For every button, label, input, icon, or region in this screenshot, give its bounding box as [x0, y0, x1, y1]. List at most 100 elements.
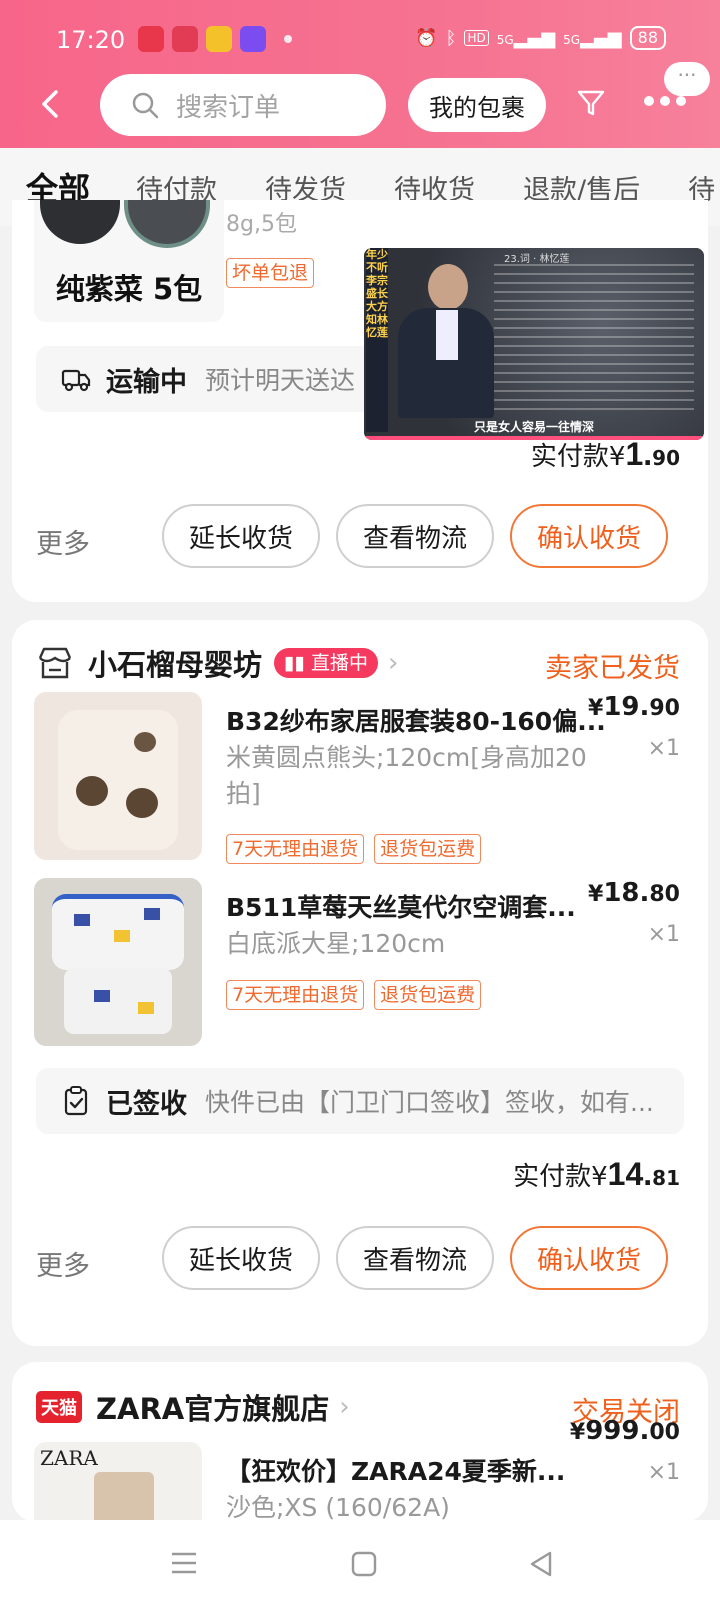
floating-video-player[interactable]: 年少不听李宗盛长大方知林忆莲 23.词 · 林忆莲 只是女人容易一往情深: [364, 248, 704, 440]
thumbnail-caption: 纯紫菜 5包: [55, 272, 203, 306]
price-decimal: 80: [649, 882, 680, 907]
order-status: 卖家已发货: [545, 653, 680, 684]
paid-integer: 14.: [607, 1156, 653, 1192]
item-quantity: ×1: [647, 736, 680, 761]
logistics-status: 运输中: [106, 366, 187, 398]
confirm-receipt-button[interactable]: 确认收货: [510, 504, 668, 568]
system-status-icons: ⏰ ᛒ HD 5G▂▄▆ 5G▂▄▆ 88: [415, 26, 666, 50]
logistics-description: 快件已由【门卫门口签收】签收，如有...: [205, 1088, 654, 1117]
video-progress: [364, 436, 704, 440]
network-label: 5G: [496, 32, 514, 47]
battery-icon: 88: [629, 26, 666, 50]
paid-decimal: 90: [652, 446, 680, 470]
live-badge: ▮▮ 直播中: [274, 648, 378, 678]
shop-header[interactable]: 天猫 ZARA官方旗舰店 ›: [36, 1386, 350, 1428]
service-tags: 坏单包退: [226, 258, 324, 288]
item-spec: 米黄圆点熊头;120cm[身高加20拍]: [226, 743, 587, 808]
search-input[interactable]: 搜索订单: [100, 74, 386, 136]
product-thumbnail-patrick-pajamas[interactable]: [34, 878, 202, 1046]
service-tag: 7天无理由退货: [226, 834, 365, 864]
extend-receipt-button[interactable]: 延长收货: [162, 1226, 320, 1290]
filter-icon[interactable]: [576, 88, 606, 118]
more-link[interactable]: 更多: [36, 1244, 90, 1283]
product-thumbnail-seaweed[interactable]: 纯紫菜 5包: [34, 200, 224, 322]
paid-amount: 实付款¥14.81: [513, 1156, 680, 1193]
extend-receipt-button[interactable]: 延长收货: [162, 504, 320, 568]
signal-5g-icon-2: 5G▂▄▆: [563, 27, 622, 49]
shop-name: ZARA官方旗舰店: [96, 1392, 330, 1426]
back-arrow-icon[interactable]: [36, 88, 68, 120]
more-options-icon[interactable]: [644, 96, 686, 106]
item-quantity: ×1: [647, 922, 680, 947]
live-badge-label: 直播中: [310, 652, 368, 674]
logistics-bar[interactable]: 已签收 快件已由【门卫门口签收】签收，如有...: [36, 1068, 684, 1134]
truck-icon: [61, 369, 91, 392]
status-bar: 17:20 ⏰ ᛒ HD 5G▂▄▆ 5G▂▄▆ 88: [0, 0, 720, 84]
chevron-right-icon: ›: [339, 1392, 350, 1422]
search-placeholder: 搜索订单: [176, 92, 281, 123]
item-title[interactable]: 【狂欢价】ZARA24夏季新...: [226, 1452, 586, 1488]
message-bubble-icon[interactable]: ···: [664, 62, 710, 96]
search-icon: [132, 92, 159, 119]
shop-name: 小石榴母婴坊: [88, 648, 263, 682]
app-notification-icon: [172, 26, 198, 52]
item-spec: 白底派大星;120cm: [226, 929, 446, 958]
menu-icon[interactable]: [170, 1550, 198, 1576]
paid-label: 实付款¥: [513, 1162, 608, 1192]
video-top-text: 23.词 · 林忆莲: [504, 254, 570, 265]
service-tag: 7天无理由退货: [226, 980, 365, 1010]
price-decimal: 90: [649, 696, 680, 721]
status-time: 17:20: [56, 26, 126, 54]
my-packages-button[interactable]: 我的包裹: [408, 78, 546, 132]
price-integer: 19.: [603, 692, 650, 722]
confirm-receipt-button[interactable]: 确认收货: [510, 1226, 668, 1290]
zara-logo: ZARA: [40, 1446, 98, 1470]
bluetooth-icon: ᛒ: [445, 27, 457, 49]
weibo-icon: [206, 26, 232, 52]
service-tags: 7天无理由退货 退货包运费: [226, 980, 491, 1010]
item-price: ¥19.90: [588, 692, 680, 722]
shop-icon: [38, 647, 72, 679]
logistics-description: 预计明天送达: [205, 366, 356, 395]
paid-label: 实付款¥: [530, 442, 626, 472]
product-thumbnail-bear-pajamas[interactable]: [34, 692, 202, 860]
shop-header[interactable]: 小石榴母婴坊 ▮▮ 直播中 ›: [36, 642, 398, 684]
tmall-badge: 天猫: [36, 1391, 82, 1423]
paid-integer: 1.: [625, 436, 653, 472]
service-tags: 7天无理由退货 退货包运费: [226, 834, 491, 864]
video-person: [398, 264, 494, 434]
service-tag: 退货包运费: [374, 980, 482, 1010]
network-label: 5G: [563, 32, 581, 47]
back-triangle-icon[interactable]: [528, 1550, 554, 1578]
clipboard-check-icon: [64, 1086, 88, 1116]
video-bottom-text: 只是女人容易一往情深: [474, 420, 595, 434]
hd-icon: HD: [464, 30, 489, 46]
price-integer: 18.: [603, 878, 650, 908]
view-logistics-button[interactable]: 查看物流: [336, 1226, 494, 1290]
item-price: ¥999.00: [569, 1416, 680, 1446]
item-spec: 8g,5包: [226, 212, 297, 237]
system-navigation-bar: [0, 1520, 720, 1608]
video-side-text: 年少不听李宗盛长大方知林忆莲: [366, 248, 388, 432]
home-icon[interactable]: [350, 1550, 378, 1578]
top-header: 17:20 ⏰ ᛒ HD 5G▂▄▆ 5G▂▄▆ 88 搜索订单 我的包裹 ··…: [0, 0, 720, 148]
view-logistics-button[interactable]: 查看物流: [336, 504, 494, 568]
item-title[interactable]: B32纱布家居服套装80-160偏...: [226, 702, 606, 738]
more-notifications-dot: [284, 35, 292, 43]
video-lyrics-block: [494, 264, 694, 410]
price-decimal: 00: [649, 1420, 680, 1445]
item-quantity: ×1: [647, 1460, 680, 1485]
chevron-right-icon: ›: [387, 648, 399, 678]
order-card-2: 小石榴母婴坊 ▮▮ 直播中 › 卖家已发货 B32纱布家居服套装80-160偏.…: [12, 620, 708, 1346]
paid-decimal: 81: [652, 1166, 680, 1190]
item-title[interactable]: B511草莓天丝莫代尔空调套...: [226, 888, 606, 924]
notification-icons: [138, 26, 266, 52]
item-spec: 沙色;XS (160/62A): [226, 1493, 450, 1522]
paid-amount: 实付款¥1.90: [531, 436, 680, 473]
item-price: ¥18.80: [588, 878, 680, 908]
app-notification-icon: [240, 26, 266, 52]
app-notification-icon: [138, 26, 164, 52]
more-link[interactable]: 更多: [36, 522, 90, 561]
product-thumbnail-zara[interactable]: ZARA: [34, 1442, 202, 1522]
alarm-icon: ⏰: [415, 27, 438, 49]
